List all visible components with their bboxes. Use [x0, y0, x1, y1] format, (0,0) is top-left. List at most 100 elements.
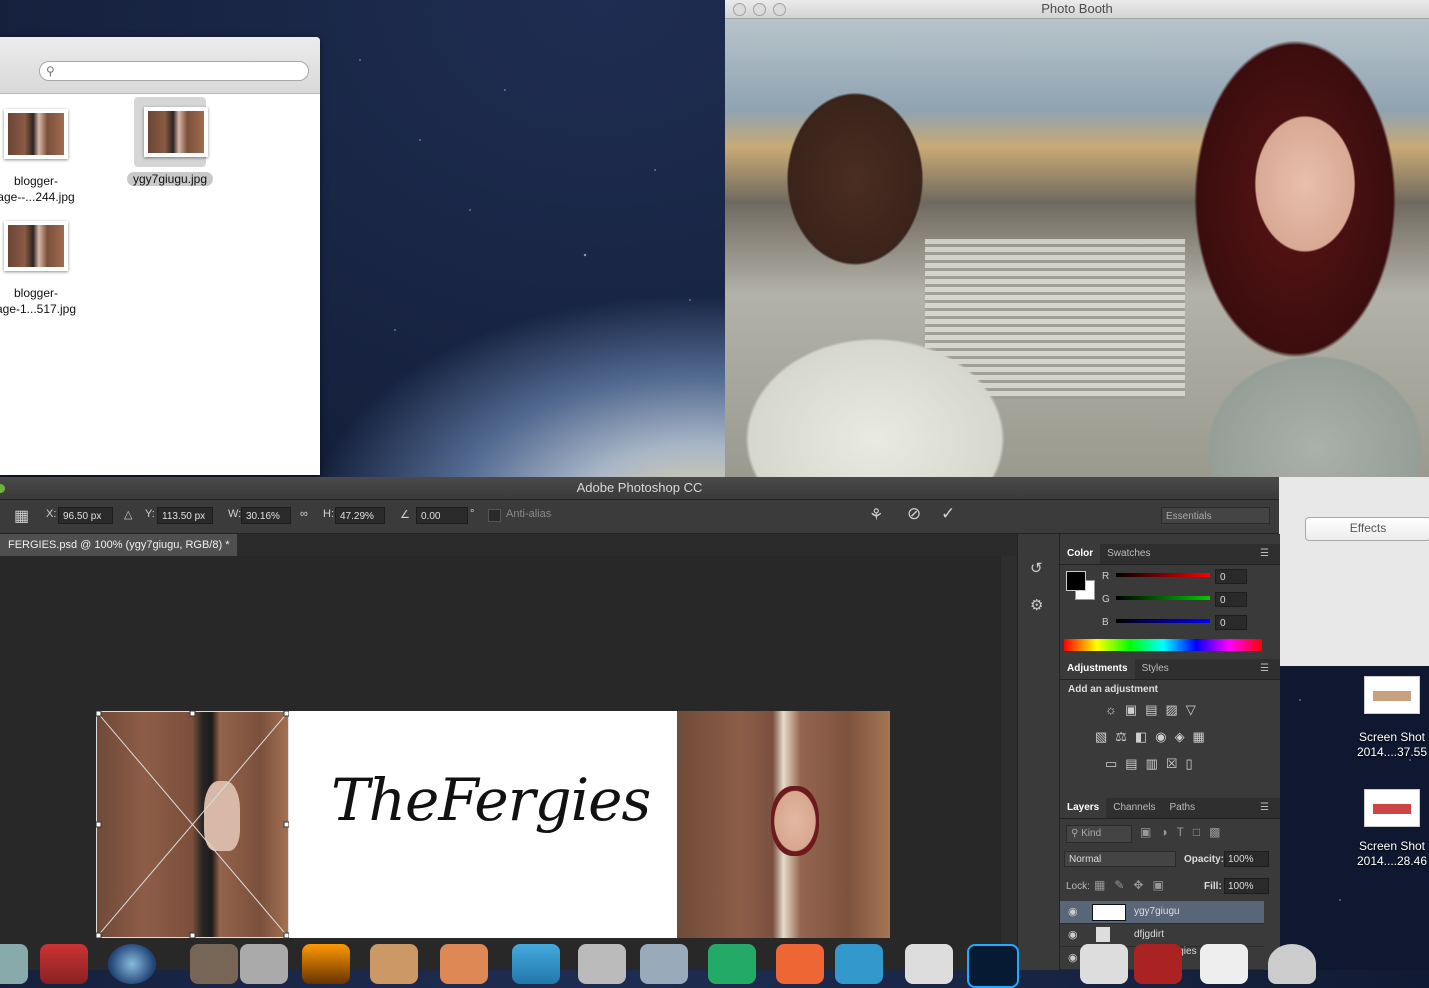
panel-menu-icon[interactable]: ☰	[1253, 798, 1276, 818]
tab-adjustments[interactable]: Adjustments	[1060, 659, 1135, 679]
banner-title: TheFergies	[331, 766, 651, 834]
app-dock-icon[interactable]	[40, 944, 88, 984]
b-slider[interactable]	[1116, 619, 1210, 623]
w-label: W:	[228, 508, 242, 520]
warp-icon[interactable]: ⚘	[869, 505, 883, 525]
excel-dock-icon[interactable]	[708, 944, 756, 984]
delta-icon[interactable]: △	[124, 508, 132, 521]
zoom-button[interactable]	[0, 484, 5, 493]
photoshop-dock-icon[interactable]	[967, 944, 1019, 988]
person-left	[725, 19, 1025, 477]
preview-dock-icon[interactable]	[578, 944, 626, 984]
finder-dock-icon[interactable]	[0, 944, 28, 984]
adjustment-icons-row3[interactable]: ▭▤▥☒▯	[1105, 756, 1201, 772]
notes-dock-icon[interactable]	[370, 944, 418, 984]
x-field[interactable]: 96.50 px	[58, 507, 113, 524]
lock-icons[interactable]: ▦✎✥▣	[1094, 878, 1173, 892]
visibility-eye-icon[interactable]: ◉	[1068, 901, 1078, 923]
file-item-selected[interactable]: ygy7giugu.jpg	[120, 97, 220, 187]
word-dock-icon[interactable]	[835, 944, 883, 984]
powerpoint-dock-icon[interactable]	[776, 944, 824, 984]
layer-filter-icons[interactable]: ▣◑T□▩	[1140, 825, 1230, 839]
minimize-button[interactable]	[753, 3, 766, 16]
g-slider[interactable]	[1116, 596, 1210, 600]
tab-channels[interactable]: Channels	[1106, 798, 1162, 818]
x-label: X:	[46, 508, 57, 520]
photoshop-window: Adobe Photoshop CC ▦ X: 96.50 px △ Y: 11…	[0, 477, 1280, 970]
link-icon[interactable]: ∞	[300, 508, 308, 520]
star-dock-icon[interactable]	[240, 944, 288, 984]
r-field[interactable]: 0	[1215, 569, 1247, 584]
fill-label: Fill:	[1204, 881, 1222, 892]
search-icon: ⚲	[46, 64, 55, 78]
y-field[interactable]: 113.50 px	[157, 507, 213, 524]
adjustment-icons-row2[interactable]: ▧⚖◧◉◈▦	[1095, 729, 1213, 745]
canvas-area[interactable]: TheFergies	[0, 556, 1001, 970]
color-ramp[interactable]	[1064, 639, 1262, 651]
trash-dock-icon[interactable]	[1268, 944, 1316, 984]
g-field[interactable]: 0	[1215, 592, 1247, 607]
folder-dock-icon[interactable]	[1080, 944, 1128, 984]
r-label: R	[1102, 571, 1110, 582]
zoom-button[interactable]	[773, 3, 786, 16]
angle-field[interactable]: 0.00	[416, 507, 468, 524]
panel-menu-icon[interactable]: ☰	[1253, 544, 1276, 564]
b-label: B	[1102, 617, 1109, 628]
close-button[interactable]	[733, 3, 746, 16]
angle-icon: ∠	[400, 509, 410, 521]
history-icon[interactable]: ↺	[1030, 559, 1043, 577]
chart-dock-icon[interactable]	[512, 944, 560, 984]
photos-dock-icon[interactable]	[640, 944, 688, 984]
layer-row-selected[interactable]: ◉ ygy7giugu	[1060, 901, 1264, 924]
iphoto-dock-icon[interactable]	[302, 944, 350, 984]
file-item[interactable]: blogger- age--...244.jpg	[0, 109, 84, 205]
transform-bounding-box[interactable]	[96, 711, 289, 938]
antialias-checkbox[interactable]	[488, 509, 501, 522]
foreground-color-swatch[interactable]	[1066, 571, 1086, 591]
effects-button[interactable]: Effects	[1305, 517, 1429, 541]
lock-label: Lock:	[1066, 881, 1090, 892]
w-field[interactable]: 30.16%	[241, 507, 291, 524]
finder-toolbar: ⚲	[0, 37, 320, 94]
photo-right	[677, 711, 890, 938]
opacity-field[interactable]: 100%	[1224, 851, 1269, 867]
cancel-transform-icon[interactable]: ⊘	[907, 504, 921, 524]
workspace-select[interactable]: Essentials	[1161, 507, 1270, 524]
tab-styles[interactable]: Styles	[1135, 659, 1176, 679]
tab-color[interactable]: Color	[1060, 544, 1101, 564]
tab-swatches[interactable]: Swatches	[1100, 544, 1157, 564]
guitar-dock-icon[interactable]	[190, 944, 238, 984]
g-label: G	[1102, 594, 1110, 605]
document-tab[interactable]: FERGIES.psd @ 100% (ygy7giugu, RGB/8) *	[0, 534, 238, 556]
tab-paths[interactable]: Paths	[1163, 798, 1203, 818]
camera-preview	[725, 19, 1429, 477]
calendar-dock-icon[interactable]	[440, 944, 488, 984]
file-name-line2: 2014....28.46	[1356, 854, 1428, 868]
stack-dock-icon[interactable]	[1134, 944, 1182, 984]
file-item[interactable]: blogger- age-1...517.jpg	[0, 221, 84, 317]
blend-mode-select[interactable]: Normal	[1064, 851, 1176, 867]
properties-icon[interactable]: ⚙	[1030, 596, 1043, 614]
search-input[interactable]: ⚲	[39, 61, 309, 81]
tab-layers[interactable]: Layers	[1060, 798, 1107, 818]
angle-unit: °	[470, 508, 475, 520]
canvas-scrollbar[interactable]	[1001, 556, 1017, 970]
reference-point-icon[interactable]: ▦	[14, 506, 29, 526]
adjustment-icons-row1[interactable]: ☼▣▤▨▽	[1105, 702, 1204, 718]
commit-transform-icon[interactable]: ✓	[941, 504, 955, 524]
adjustments-heading: Add an adjustment	[1068, 684, 1159, 695]
fill-field[interactable]: 100%	[1224, 878, 1269, 894]
face	[771, 786, 819, 856]
desktop-file[interactable]: Screen Shot 2014....28.46	[1337, 789, 1429, 869]
b-field[interactable]: 0	[1215, 615, 1247, 630]
document-dock-icon[interactable]	[905, 944, 953, 984]
safari-dock-icon[interactable]	[108, 944, 156, 984]
panel-menu-icon[interactable]: ☰	[1253, 659, 1276, 679]
r-slider[interactable]	[1116, 573, 1210, 577]
color-panel: R 0 G 0 B 0	[1060, 565, 1280, 653]
h-field[interactable]: 47.29%	[335, 507, 385, 524]
desktop-file[interactable]: Screen Shot 2014....37.55	[1337, 676, 1429, 760]
layer-filter-select[interactable]: ⚲ Kind	[1066, 825, 1132, 843]
downloads-dock-icon[interactable]	[1200, 944, 1248, 984]
photoshop-titlebar: Adobe Photoshop CC	[0, 477, 1279, 500]
